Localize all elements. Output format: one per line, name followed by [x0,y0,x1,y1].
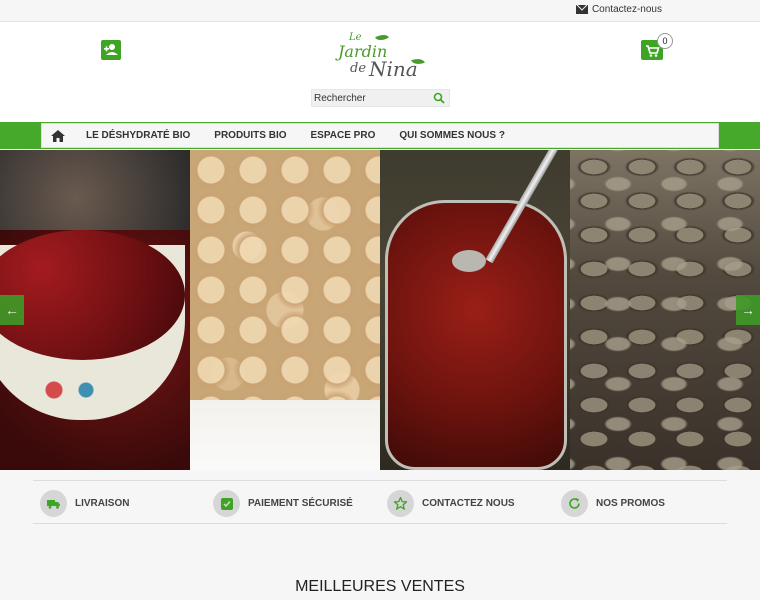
nav-item-espace-pro[interactable]: ESPACE PRO [299,130,388,141]
nav-home[interactable] [42,123,74,148]
contact-label: Contactez-nous [591,4,662,15]
account-button[interactable] [101,40,121,60]
red-kidney-beans-photo [0,150,190,470]
reassurance-bar: LIVRAISON PAIEMENT SÉCURISÉ CONTACTEZ NO… [33,480,727,524]
reassurance-item-promos[interactable]: NOS PROMOS [561,490,665,517]
search-icon[interactable] [433,92,445,104]
truck-icon [40,490,67,517]
reassurance-item-contact[interactable]: CONTACTEZ NOUS [387,490,515,517]
nav-item-deshydrate-bio[interactable]: LE DÉSHYDRATÉ BIO [74,130,202,141]
slider-next-button[interactable]: → [736,295,760,325]
search-box [311,89,450,107]
arrow-right-icon: → [741,302,755,318]
add-user-icon [104,44,118,55]
chickpeas-photo [190,150,380,470]
reassurance-item-livraison[interactable]: LIVRAISON [40,490,129,517]
refresh-icon [561,490,588,517]
top-bar: Contactez-nous [0,0,760,22]
reassurance-item-paiement[interactable]: PAIEMENT SÉCURISÉ [213,490,353,517]
reassurance-label: CONTACTEZ NOUS [422,498,515,509]
dried-tomatoes-jar-photo [380,150,570,470]
cart-count-badge: 0 [657,33,673,49]
reassurance-label: LIVRAISON [75,498,130,509]
home-icon [51,129,65,142]
site-header: Le Jardin de Nina 0 [0,22,760,122]
star-icon [387,490,414,517]
best-sellers-heading: MEILLEURES VENTES [295,578,465,595]
secure-payment-icon [213,490,240,517]
mail-icon [575,5,588,14]
slider-prev-button[interactable]: ← [0,295,24,325]
arrow-left-icon: ← [5,302,19,318]
pumpkin-seeds-photo [570,150,760,470]
reassurance-label: PAIEMENT SÉCURISÉ [248,498,353,509]
hero-slider: ← → [0,150,760,470]
reassurance-label: NOS PROMOS [596,498,665,509]
main-navigation: LE DÉSHYDRATÉ BIO PRODUITS BIO ESPACE PR… [41,123,719,148]
nav-item-produits-bio[interactable]: PRODUITS BIO [202,130,298,141]
search-input[interactable] [312,90,432,106]
site-logo[interactable]: Le Jardin de Nina [336,30,430,84]
nav-item-qui-sommes-nous[interactable]: QUI SOMMES NOUS ? [387,130,517,141]
logo-text-de: de [350,61,367,76]
contact-link[interactable]: Contactez-nous [575,4,662,15]
